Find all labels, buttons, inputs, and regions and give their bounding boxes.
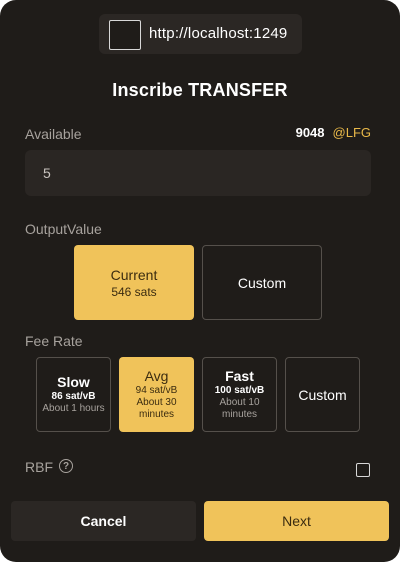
amount-input[interactable] bbox=[25, 150, 371, 196]
fee-rate: 94 sat/vB bbox=[135, 385, 178, 396]
fee-rate: 86 sat/vB bbox=[51, 391, 96, 402]
available-balance: 9048 @LFG bbox=[296, 125, 371, 140]
fee-option-avg[interactable]: Avg 94 sat/vB About 30 minutes bbox=[119, 357, 194, 432]
option-sub: 546 sats bbox=[111, 284, 157, 299]
fee-time: About 10 minutes bbox=[219, 397, 260, 420]
balance-amount: 9048 bbox=[295, 125, 325, 140]
fee-name: Slow bbox=[57, 374, 90, 390]
fee-time: About 30 minutes bbox=[136, 397, 177, 420]
balance-ticker: @LFG bbox=[332, 125, 371, 140]
option-title: Current bbox=[110, 266, 158, 283]
option-title: Custom bbox=[237, 274, 287, 291]
output-value-custom-option[interactable]: Custom bbox=[202, 245, 322, 320]
help-circle-icon[interactable]: ? bbox=[59, 459, 73, 473]
next-button[interactable]: Next bbox=[204, 501, 389, 541]
output-value-label: OutputValue bbox=[25, 221, 102, 237]
page-title: Inscribe TRANSFER bbox=[112, 80, 288, 100]
fee-time: About 1 hours bbox=[42, 403, 105, 414]
fee-name: Fast bbox=[225, 368, 254, 384]
site-favicon-icon bbox=[109, 20, 141, 50]
fee-option-custom[interactable]: Custom bbox=[285, 357, 360, 432]
cancel-button[interactable]: Cancel bbox=[11, 501, 196, 541]
fee-name: Avg bbox=[144, 368, 169, 384]
fee-name: Custom bbox=[298, 386, 347, 403]
origin-url: http://localhost:1249 bbox=[149, 25, 288, 42]
fee-option-slow[interactable]: Slow 86 sat/vB About 1 hours bbox=[36, 357, 111, 432]
origin-bar: http://localhost:1249 bbox=[99, 14, 302, 54]
fee-option-fast[interactable]: Fast 100 sat/vB About 10 minutes bbox=[202, 357, 277, 432]
inscribe-transfer-panel: http://localhost:1249 Inscribe TRANSFER … bbox=[0, 0, 400, 562]
output-value-current-option[interactable]: Current 546 sats bbox=[74, 245, 194, 320]
fee-rate-label: Fee Rate bbox=[25, 333, 83, 349]
available-label: Available bbox=[25, 126, 82, 142]
rbf-checkbox[interactable] bbox=[356, 463, 370, 477]
fee-rate: 100 sat/vB bbox=[214, 385, 265, 396]
rbf-label: RBF bbox=[25, 459, 53, 475]
